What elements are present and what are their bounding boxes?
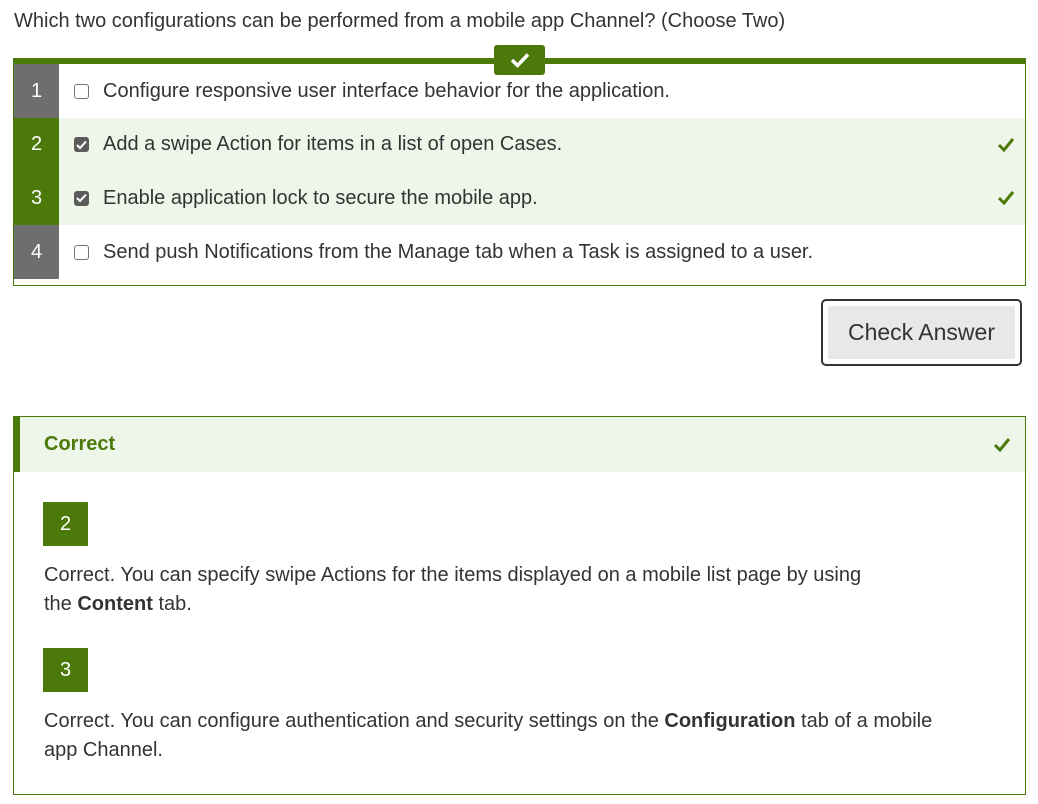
- check-answer-label: Check Answer: [828, 306, 1015, 359]
- feedback-text-pre: the: [44, 593, 78, 615]
- result-badge: [494, 45, 545, 75]
- option-text: Add a swipe Action for items in a list o…: [103, 133, 563, 155]
- feedback-line: app Channel.: [44, 739, 163, 761]
- option-text: Enable application lock to secure the mo…: [103, 186, 538, 209]
- feedback-text-post: tab.: [152, 593, 192, 615]
- option-number: 4: [14, 225, 59, 279]
- feedback-text-bold: Configuration: [664, 710, 796, 732]
- check-icon: [997, 191, 1015, 205]
- option-number: 2: [14, 118, 59, 171]
- option-text: Configure responsive user interface beha…: [103, 79, 670, 102]
- check-icon: [993, 437, 1011, 452]
- answer-options: 1 Configure responsive user interface be…: [13, 58, 1026, 286]
- feedback-title: Correct: [44, 433, 116, 455]
- option-text: Send push Notifications from the Manage …: [103, 240, 814, 263]
- option-number: 3: [14, 171, 59, 225]
- feedback-line: Correct. You can specify swipe Actions f…: [44, 564, 862, 586]
- checkmark-icon: [76, 140, 87, 149]
- feedback-text-pre: Correct. You can configure authenticatio…: [44, 710, 665, 732]
- feedback-item-text: Correct. You can configure authenticatio…: [44, 707, 932, 765]
- feedback-item-text: Correct. You can specify swipe Actions f…: [44, 561, 861, 619]
- feedback-text-post: tab of a mobile: [795, 710, 933, 732]
- feedback-panel: Correct 2 Correct. You can specify swipe…: [13, 416, 1026, 795]
- check-answer-button[interactable]: Check Answer: [821, 299, 1022, 366]
- option-checkbox-1[interactable]: [74, 83, 89, 99]
- question-text: Which two configurations can be performe…: [14, 10, 786, 32]
- feedback-item-number: 3: [43, 648, 88, 692]
- option-row-4[interactable]: 4 Send push Notifications from the Manag…: [14, 225, 1025, 279]
- check-icon: [510, 53, 529, 68]
- checkmark-icon: [76, 193, 87, 203]
- option-checkbox-2[interactable]: [74, 137, 89, 152]
- option-row-2[interactable]: 2 Add a swipe Action for items in a list…: [14, 118, 1025, 171]
- option-row-3[interactable]: 3 Enable application lock to secure the …: [14, 171, 1025, 225]
- check-icon: [997, 137, 1015, 152]
- feedback-text-bold: Content: [77, 593, 153, 615]
- option-checkbox-3[interactable]: [74, 190, 89, 206]
- feedback-header: Correct: [14, 417, 1025, 472]
- feedback-item-number: 2: [43, 502, 88, 546]
- option-checkbox-4[interactable]: [74, 244, 89, 260]
- option-number: 1: [14, 64, 59, 118]
